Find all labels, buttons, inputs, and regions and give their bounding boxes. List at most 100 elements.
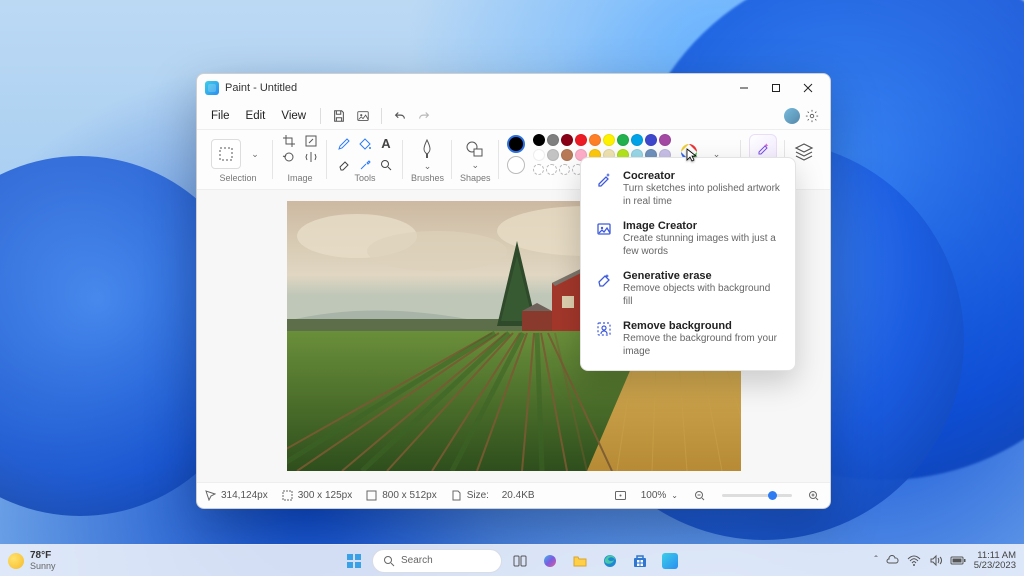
taskbar-search[interactable]: Search [372,549,502,573]
wand-icon [595,170,613,188]
copilot-menu-item[interactable]: Image CreatorCreate stunning images with… [581,214,795,264]
group-selection: ⌄ Selection [203,134,273,189]
menu-edit[interactable]: Edit [238,107,274,125]
search-icon [383,555,395,567]
window-title: Paint - Untitled [225,82,297,94]
color-swatch[interactable] [547,134,559,146]
sun-icon [8,553,24,569]
selection-tool[interactable] [211,139,241,169]
fit-screen-button[interactable] [614,489,627,502]
shapes-dropdown[interactable]: ⌄ [465,160,485,171]
group-brushes: ⌄ Brushes [403,134,452,189]
color-swatch[interactable] [575,134,587,146]
color1[interactable] [507,135,525,153]
zoom-out-button[interactable] [692,488,708,504]
color-swatch[interactable] [603,134,615,146]
status-position: 314,124px [205,490,268,501]
status-filesize: Size: 20.4KB [451,490,535,501]
color-swatch[interactable] [547,149,559,161]
color-swatch[interactable] [645,134,657,146]
custom-color-slot[interactable] [559,164,570,175]
zoom-value[interactable]: 100% ⌄ [641,490,678,501]
magnify-tool[interactable] [377,156,395,174]
rmbg-icon [595,320,613,338]
titlebar[interactable]: Paint - Untitled [197,74,830,102]
copilot-menu-item[interactable]: Remove backgroundRemove the background f… [581,314,795,364]
status-bar: 314,124px 300 x 125px 800 x 512px Size: … [197,482,830,508]
copilot-menu-item[interactable]: Generative eraseRemove objects with back… [581,264,795,314]
shapes-icon[interactable] [464,138,486,160]
selection-size-icon [282,490,293,501]
picker-tool[interactable] [356,156,374,174]
color-swatch[interactable] [533,149,545,161]
taskbar-clock[interactable]: 11:11 AM 5/23/2023 [974,551,1016,570]
status-canvas: 800 x 512px [366,490,437,501]
taskbar-copilot[interactable] [538,549,562,573]
group-shapes: ⌄ Shapes [452,134,499,189]
status-selection: 300 x 125px [282,490,353,501]
color-swatch[interactable] [533,134,545,146]
close-button[interactable] [792,74,824,102]
wifi-icon[interactable] [907,554,921,567]
redo-icon[interactable] [412,105,436,127]
color-swatch[interactable] [659,134,671,146]
resize-icon[interactable] [303,134,319,148]
minimize-button[interactable] [728,74,760,102]
custom-color-slot[interactable] [533,164,544,175]
tray-chevron-icon[interactable]: ˆ [874,555,877,566]
taskbar[interactable]: 78°F Sunny Search ˆ 11:11 AM 5/23/2023 [0,544,1024,576]
weather-widget[interactable]: 78°F Sunny [8,550,56,571]
color-swatch[interactable] [589,134,601,146]
menubar: File Edit View [197,102,830,130]
fill-tool[interactable] [356,135,374,153]
volume-icon[interactable] [929,554,942,567]
filesize-icon [451,490,462,501]
brush-icon[interactable] [418,137,438,161]
color-swatch[interactable] [561,149,573,161]
taskbar-store[interactable] [628,549,652,573]
settings-icon[interactable] [800,105,824,127]
brush-dropdown[interactable]: ⌄ [418,161,438,172]
custom-color-slot[interactable] [546,164,557,175]
group-label: Selection [219,173,256,183]
copilot-menu: CocreatorTurn sketches into polished art… [580,157,796,371]
selection-dropdown[interactable]: ⌄ [245,149,265,160]
color-swatch[interactable] [561,134,573,146]
color2[interactable] [507,156,525,174]
pencil-tool[interactable] [335,135,353,153]
eraser-tool[interactable] [335,156,353,174]
text-tool[interactable]: A [377,135,395,153]
zoom-slider[interactable] [722,494,792,497]
rotate-icon[interactable] [281,150,297,164]
crop-icon[interactable] [281,134,297,148]
menu-view[interactable]: View [273,107,314,125]
task-view-button[interactable] [508,549,532,573]
group-image: Image [273,134,327,189]
copilot-menu-item[interactable]: CocreatorTurn sketches into polished art… [581,164,795,214]
color-swatch[interactable] [617,134,629,146]
save-icon[interactable] [327,105,351,127]
taskbar-edge[interactable] [598,549,622,573]
canvas-size-icon [366,490,377,501]
group-tools: A Tools [327,134,403,189]
cursor-pos-icon [205,490,216,501]
maximize-button[interactable] [760,74,792,102]
menu-file[interactable]: File [203,107,238,125]
paint-icon [205,81,219,95]
start-button[interactable] [342,549,366,573]
import-image-icon[interactable] [351,105,375,127]
undo-icon[interactable] [388,105,412,127]
erase-icon [595,270,613,288]
taskbar-center: Search [342,549,682,573]
flip-icon[interactable] [303,150,319,164]
mouse-cursor [686,148,700,167]
zoom-in-button[interactable] [806,488,822,504]
system-tray[interactable]: ˆ 11:11 AM 5/23/2023 [874,551,1016,570]
user-avatar[interactable] [784,108,800,124]
taskbar-explorer[interactable] [568,549,592,573]
battery-icon[interactable] [950,555,966,566]
color-swatch[interactable] [631,134,643,146]
taskbar-paint[interactable] [658,549,682,573]
onedrive-icon[interactable] [886,554,899,567]
image-icon [595,220,613,238]
